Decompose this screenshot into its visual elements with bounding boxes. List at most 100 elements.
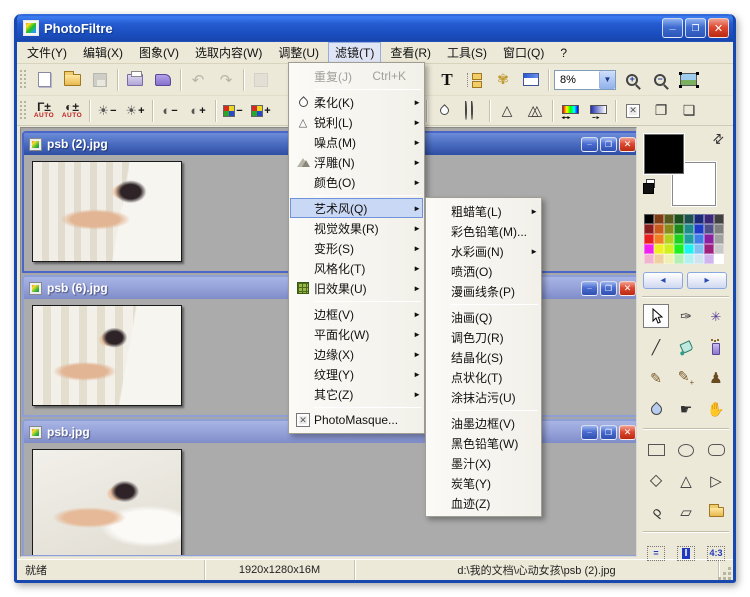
palette-color[interactable]: [664, 214, 674, 224]
menu-item[interactable]: 其它(Z): [290, 384, 423, 404]
palette-color[interactable]: [704, 214, 714, 224]
menu-item[interactable]: 颜色(O): [290, 172, 423, 192]
sharpen-button[interactable]: △: [493, 98, 521, 124]
menu-item[interactable]: 旧效果(U): [290, 278, 423, 298]
palette-color[interactable]: [674, 254, 684, 264]
palette-color[interactable]: [654, 254, 664, 264]
maximize-icon[interactable]: [600, 137, 617, 152]
manual-size-tool[interactable]: =: [643, 541, 669, 565]
palette-color[interactable]: [704, 244, 714, 254]
menubar-item[interactable]: 调整(U): [271, 42, 326, 63]
menu-item[interactable]: 风格化(T): [290, 258, 423, 278]
menu-item[interactable]: 柔化(K): [290, 92, 423, 112]
paste-as-tool[interactable]: I: [673, 541, 699, 565]
brightness-minus-button[interactable]: ☀−: [93, 98, 121, 124]
smudge-tool[interactable]: ☛: [673, 397, 699, 421]
palette-color[interactable]: [664, 234, 674, 244]
menu-item[interactable]: 纹理(Y): [290, 364, 423, 384]
menu-item[interactable]: 变形(S): [290, 238, 423, 258]
palette-color[interactable]: [694, 224, 704, 234]
palette-color[interactable]: [644, 214, 654, 224]
palette-color[interactable]: [694, 254, 704, 264]
palette-color[interactable]: [684, 214, 694, 224]
palette-color[interactable]: [664, 254, 674, 264]
zoom-in-button[interactable]: +: [618, 67, 646, 93]
menu-item[interactable]: 噪点(M): [290, 132, 423, 152]
sharpen-more-button[interactable]: △△: [521, 98, 549, 124]
minimize-icon[interactable]: [662, 18, 683, 38]
menubar-item[interactable]: 选取内容(W): [188, 42, 269, 63]
toolbar-grip[interactable]: [20, 101, 27, 121]
menu-item[interactable]: 调色刀(R): [427, 327, 540, 347]
photo-thumbnail[interactable]: [32, 449, 182, 557]
gamma-auto-button[interactable]: Γ±AUTO: [30, 98, 58, 124]
palette-color[interactable]: [684, 254, 694, 264]
palette-color[interactable]: [714, 244, 724, 254]
menubar-item[interactable]: 查看(R): [383, 42, 438, 63]
menu-item[interactable]: 墨汁(X): [427, 453, 540, 473]
menubar-item[interactable]: 编辑(X): [76, 42, 130, 63]
toolbar-grip[interactable]: [20, 70, 27, 90]
palette-color[interactable]: [674, 244, 684, 254]
fit-image-button[interactable]: [674, 67, 702, 93]
palette-color[interactable]: [714, 254, 724, 264]
menu-item[interactable]: PhotoMasque...: [290, 410, 423, 430]
explorer-button[interactable]: [461, 67, 489, 93]
menu-item[interactable]: 点状化(T): [427, 367, 540, 387]
maximize-icon[interactable]: [685, 18, 706, 38]
rounded-rect-select-tool[interactable]: [703, 438, 729, 462]
soften-more-button[interactable]: [458, 98, 486, 124]
palette-color[interactable]: [674, 234, 684, 244]
palette-color[interactable]: [644, 234, 654, 244]
palette-color[interactable]: [694, 244, 704, 254]
magic-wand-tool[interactable]: ✳: [703, 304, 729, 328]
menubar-item[interactable]: 图象(V): [132, 42, 186, 63]
clone-stamp-tool[interactable]: ♟: [703, 366, 729, 390]
contrast-plus-button[interactable]: ◐+: [184, 98, 212, 124]
title-bar[interactable]: PhotoFiltre: [17, 14, 733, 42]
palette-color[interactable]: [674, 214, 684, 224]
palette-color[interactable]: [654, 234, 664, 244]
fill-bucket-tool[interactable]: [673, 335, 699, 359]
palette-color[interactable]: [694, 214, 704, 224]
photo-thumbnail[interactable]: [32, 161, 182, 262]
menu-item[interactable]: 水彩画(N): [427, 241, 540, 261]
close-icon[interactable]: [619, 425, 636, 440]
palette-color[interactable]: [644, 224, 654, 234]
open-folder-button[interactable]: [58, 67, 86, 93]
close-icon[interactable]: [619, 137, 636, 152]
blur-tool[interactable]: [643, 397, 669, 421]
menu-item[interactable]: 涂抹沾污(U): [427, 387, 540, 407]
hand-tool[interactable]: ✋: [703, 397, 729, 421]
palette-color[interactable]: [704, 254, 714, 264]
palette-color[interactable]: [664, 224, 674, 234]
palette-color[interactable]: [654, 214, 664, 224]
brightness-plus-button[interactable]: ☀+: [121, 98, 149, 124]
advanced-brush-tool[interactable]: ✎+: [673, 366, 699, 390]
saturation-minus-button[interactable]: −: [219, 98, 247, 124]
palette-color[interactable]: [684, 234, 694, 244]
menu-item[interactable]: 边缘(X): [290, 344, 423, 364]
swap-colors-icon[interactable]: ⇄: [709, 129, 728, 148]
dropdown-arrow-icon[interactable]: [599, 71, 615, 89]
palette-prev-button[interactable]: ◂: [643, 272, 683, 289]
palette-color[interactable]: [694, 234, 704, 244]
preferences-button[interactable]: ✾: [489, 67, 517, 93]
menu-item[interactable]: 边框(V): [290, 304, 423, 324]
rect-select-tool[interactable]: [643, 438, 669, 462]
menu-item[interactable]: 彩色铅笔(M)...: [427, 221, 540, 241]
zoom-out-button[interactable]: −: [646, 67, 674, 93]
menu-item[interactable]: 油墨边框(V): [427, 413, 540, 433]
eyedropper-tool[interactable]: ✑: [673, 304, 699, 328]
menu-item[interactable]: 漫画线条(P): [427, 281, 540, 301]
menubar-item[interactable]: 窗口(Q): [496, 42, 551, 63]
palette-color[interactable]: [684, 244, 694, 254]
palette-color[interactable]: [684, 224, 694, 234]
palette-color[interactable]: [704, 224, 714, 234]
zoom-level-combobox[interactable]: 8%: [554, 70, 616, 90]
palette-color[interactable]: [664, 244, 674, 254]
minimize-icon[interactable]: [581, 137, 598, 152]
minimize-icon[interactable]: [581, 281, 598, 296]
photomask-button[interactable]: [619, 98, 647, 124]
brush-tool[interactable]: ✎: [643, 366, 669, 390]
